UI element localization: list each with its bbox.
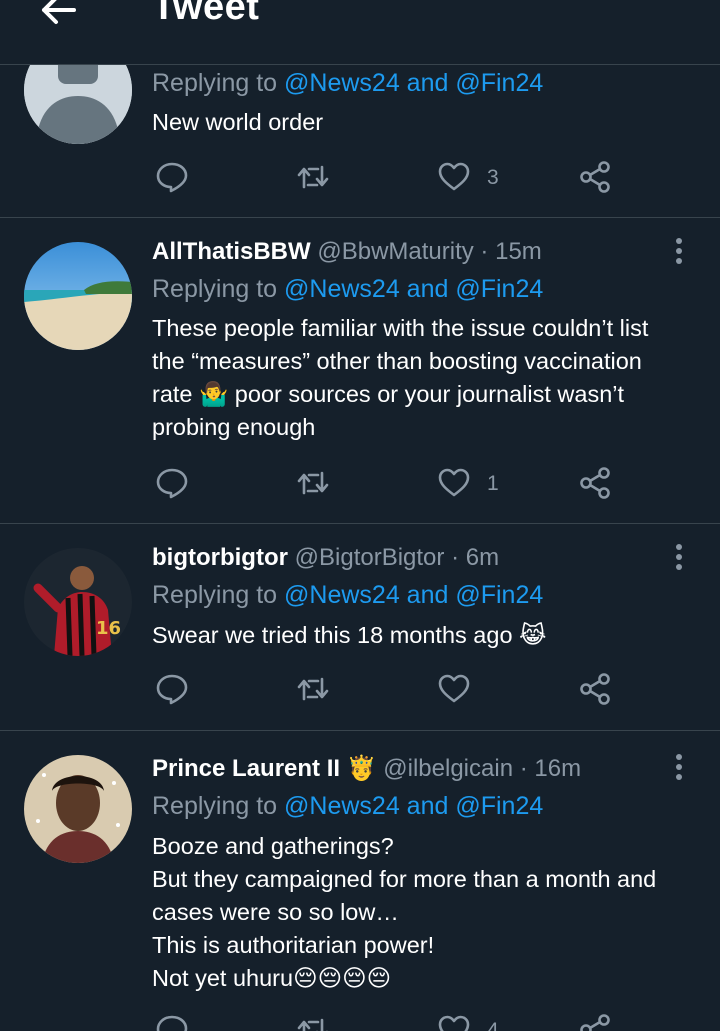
back-button[interactable] [36,0,80,32]
comment-icon [156,1015,188,1031]
share-button[interactable] [578,466,614,502]
tweet-header: AllThatisBBW @BbwMaturity · 15m [152,238,542,265]
tweet-reply[interactable]: Replying to @News24 and @Fin24 New world… [0,64,720,218]
share-icon [580,673,610,705]
like-count: 1 [487,472,499,495]
timestamp[interactable]: 6m [466,544,499,571]
display-name[interactable]: bigtorbigtor [152,544,288,571]
top-bar: Tweet [0,0,720,65]
arrow-left-icon [42,0,76,24]
heart-icon [438,468,470,497]
timestamp[interactable]: 16m [534,755,581,782]
retweet-icon [297,677,329,701]
like-button[interactable] [437,1013,473,1031]
user-handle[interactable]: @ilbelgicain [383,755,513,782]
like-button[interactable] [437,466,473,502]
tweet-reply[interactable]: Prince Laurent II 🤴 @ilbelgicain · 16m R… [0,731,720,1031]
reply-mentions-link[interactable]: @News24 and @Fin24 [284,69,543,97]
reply-button[interactable] [155,160,191,196]
tweet-actions: 4 [0,1013,720,1031]
tweet-actions: 3 [0,160,720,200]
display-name[interactable]: AllThatisBBW [152,238,311,265]
retweet-button[interactable] [296,1013,332,1031]
tweet-text: Swear we tried this 18 months ago 😹 [152,622,547,648]
reply-mentions-link[interactable]: @News24 and @Fin24 [284,792,543,820]
tweet-header: Prince Laurent II 🤴 @ilbelgicain · 16m [152,755,582,782]
tweet-text: New world order [152,109,324,135]
comment-icon [156,468,188,499]
like-button[interactable] [437,672,473,708]
replying-to: Replying to @News24 and @Fin24 [152,69,544,97]
retweet-icon [297,165,329,189]
tweet-header: bigtorbigtor @BigtorBigtor · 6m [152,544,500,571]
reply-button[interactable] [155,1013,191,1031]
replying-to: Replying to @News24 and @Fin24 [152,581,544,609]
retweet-button[interactable] [296,160,332,196]
like-count: 4 [487,1019,499,1031]
retweet-button[interactable] [296,672,332,708]
page-title: Tweet [152,0,260,28]
player-avatar-image: 16 [24,548,132,656]
retweet-button[interactable] [296,466,332,502]
tweet-reply[interactable]: 16 bigtorbigtor @BigtorBigtor · 6m Reply… [0,524,720,731]
replying-to: Replying to @News24 and @Fin24 [152,275,544,303]
more-options-button[interactable] [668,234,692,268]
share-icon [580,467,610,499]
tweet-text: Booze and gatherings? But they campaigne… [152,833,657,991]
heart-icon [438,162,470,191]
beach-avatar-image [24,242,132,350]
tweet-actions [0,672,720,712]
tweet-actions: 1 [0,466,720,506]
default-avatar-icon [24,64,132,144]
user-handle[interactable]: @BigtorBigtor [295,544,445,571]
replying-to: Replying to @News24 and @Fin24 [152,792,544,820]
reply-mentions-link[interactable]: @News24 and @Fin24 [284,581,543,609]
portrait-avatar-image [24,755,132,863]
reply-mentions-link[interactable]: @News24 and @Fin24 [284,275,543,303]
avatar[interactable] [24,64,132,144]
avatar[interactable] [24,755,132,863]
display-name[interactable]: Prince Laurent II 🤴 [152,755,377,782]
share-button[interactable] [578,160,614,196]
user-handle[interactable]: @BbwMaturity [317,238,473,265]
more-options-button[interactable] [668,750,692,784]
tweet-reply[interactable]: AllThatisBBW @BbwMaturity · 15m Replying… [0,218,720,524]
svg-text:16: 16 [96,618,121,639]
retweet-icon [297,1018,328,1031]
heart-icon [438,1015,470,1031]
share-icon [580,161,610,193]
heart-icon [438,674,470,703]
avatar[interactable] [24,242,132,350]
tweet-text: These people familiar with the issue cou… [152,315,649,440]
reply-button[interactable] [155,672,191,708]
share-button[interactable] [578,1013,614,1031]
timestamp[interactable]: 15m [495,238,542,265]
reply-button[interactable] [155,466,191,502]
retweet-icon [297,471,329,495]
comment-icon [156,162,188,193]
comment-icon [156,674,188,705]
share-button[interactable] [578,672,614,708]
share-icon [580,1014,610,1031]
more-options-button[interactable] [668,540,692,574]
like-button[interactable] [437,160,473,196]
avatar[interactable]: 16 [24,548,132,656]
like-count: 3 [487,166,499,189]
